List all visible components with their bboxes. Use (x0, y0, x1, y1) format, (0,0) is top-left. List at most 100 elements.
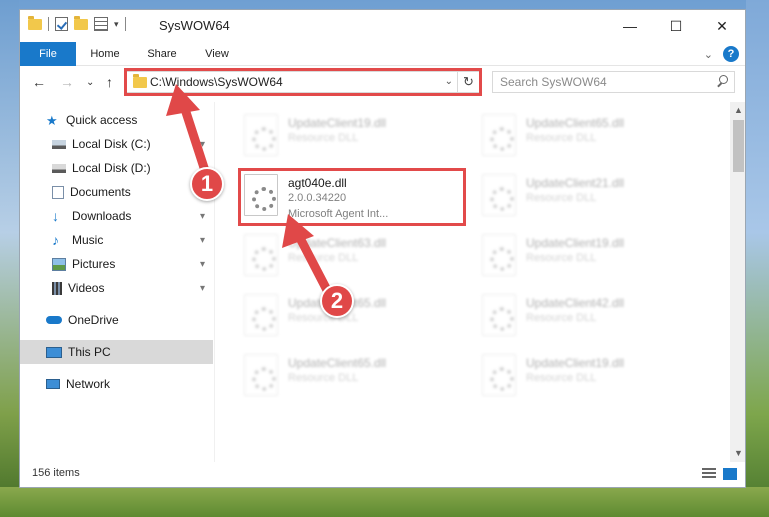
file-name: UpdateClient42.dll (526, 296, 625, 310)
ribbon-collapse-icon[interactable]: ⌄ (704, 48, 713, 61)
file-tile[interactable]: UpdateClient65.dll Resource DLL (478, 110, 706, 166)
file-description: Resource DLL (288, 372, 359, 384)
file-tile[interactable]: UpdateClient42.dll Resource DLL (478, 290, 706, 346)
scroll-down-arrow-icon[interactable]: ▼ (730, 445, 745, 462)
address-highlight-box (124, 68, 482, 96)
minimize-button[interactable]: — (607, 10, 653, 42)
file-name: UpdateClient65.dll (288, 356, 387, 370)
computer-icon (46, 346, 62, 358)
file-description: Resource DLL (288, 252, 359, 264)
file-name: UpdateClient19.dll (526, 356, 625, 370)
dll-file-icon (482, 174, 516, 216)
details-view-icon[interactable] (702, 468, 716, 480)
vertical-scrollbar[interactable]: ▲ ▼ (730, 102, 745, 462)
file-description: Resource DLL (526, 252, 597, 264)
drive-icon (52, 139, 66, 149)
scrollbar-thumb[interactable] (733, 120, 744, 172)
dll-file-icon (244, 234, 278, 276)
close-button[interactable]: ✕ (699, 10, 745, 42)
properties-check-icon[interactable] (55, 17, 68, 31)
window-title: SysWOW64 (159, 18, 230, 33)
file-explorer-window: ▾ SysWOW64 — ☐ ✕ File Home Share View ⌄ … (19, 9, 746, 488)
sidebar-item-label: Network (66, 377, 111, 391)
file-tile[interactable]: UpdateClient63.dll Resource DLL (240, 230, 468, 286)
star-icon: ★ (46, 112, 58, 128)
sidebar-item-local-disk-c[interactable]: Local Disk (C:) ▾ (20, 132, 213, 156)
sidebar-item-documents[interactable]: Documents ▾ (20, 180, 213, 204)
file-list: UpdateClient19.dll Resource DLL agt040e.… (216, 102, 730, 462)
sidebar-item-pictures[interactable]: Pictures ▾ (20, 252, 213, 276)
large-icons-view-icon[interactable] (723, 468, 737, 480)
up-button[interactable]: ↑ (106, 74, 113, 90)
search-input[interactable]: Search SysWOW64 (500, 75, 607, 89)
sidebar-item-label: Downloads (72, 209, 132, 223)
sidebar-item-label: This PC (68, 345, 111, 359)
recent-locations-button[interactable]: ⌄ (86, 77, 94, 88)
tab-view[interactable]: View (192, 42, 242, 66)
file-description: Resource DLL (526, 132, 597, 144)
search-icon (716, 75, 728, 87)
ribbon-right-controls: ⌄ ? (704, 46, 739, 62)
file-tile[interactable]: UpdateClient19.dll Resource DLL (478, 230, 706, 286)
file-name: UpdateClient63.dll (288, 236, 387, 250)
desktop-background-bottom (0, 487, 769, 517)
new-folder-icon[interactable] (74, 15, 88, 30)
search-box[interactable]: Search SysWOW64 (492, 71, 735, 93)
sidebar-item-videos[interactable]: Videos ▾ (20, 276, 213, 300)
help-icon[interactable]: ? (723, 46, 739, 62)
pin-icon[interactable]: ▾ (200, 259, 205, 270)
navigation-pane: ★ Quick access Local Disk (C:) ▾ Local D… (20, 102, 215, 462)
dll-file-icon (244, 114, 278, 156)
sidebar-item-network[interactable]: Network (20, 372, 213, 396)
videos-icon (52, 281, 62, 295)
sidebar-item-label: Quick access (66, 113, 138, 127)
sidebar-item-label: Local Disk (D:) (72, 161, 151, 175)
file-description: Resource DLL (526, 192, 597, 204)
toolbar-separator (48, 17, 49, 31)
qat-dropdown-icon[interactable]: ▾ (114, 19, 119, 30)
desktop-background-left (0, 0, 19, 517)
dll-file-icon (482, 114, 516, 156)
drive-icon (52, 163, 66, 173)
tab-home[interactable]: Home (78, 42, 132, 66)
customize-toolbar-icon[interactable] (94, 17, 108, 31)
file-tile[interactable]: UpdateClient19.dll Resource DLL (240, 110, 468, 166)
network-icon (46, 379, 60, 389)
file-tile[interactable]: UpdateClient65.dll Resource DLL (240, 290, 468, 346)
window-controls: — ☐ ✕ (607, 10, 745, 42)
sidebar-item-quick-access[interactable]: ★ Quick access (20, 108, 213, 132)
file-description: Resource DLL (288, 132, 359, 144)
ribbon-tabs: File Home Share View ⌄ ? (20, 42, 745, 66)
folder-icon (28, 15, 42, 30)
sidebar-item-label: Videos (68, 281, 105, 295)
tab-share[interactable]: Share (136, 42, 188, 66)
back-button[interactable]: ← (32, 74, 46, 90)
tab-file[interactable]: File (20, 42, 76, 66)
sidebar-item-onedrive[interactable]: OneDrive (20, 308, 213, 332)
sidebar-item-local-disk-d[interactable]: Local Disk (D:) ▾ (20, 156, 213, 180)
pin-icon[interactable]: ▾ (200, 139, 205, 150)
onedrive-icon (46, 316, 62, 324)
pin-icon[interactable]: ▾ (200, 283, 205, 294)
documents-icon (52, 185, 64, 199)
dll-file-icon (244, 294, 278, 336)
file-name: UpdateClient65.dll (526, 116, 625, 130)
sidebar-item-this-pc[interactable]: This PC (20, 340, 213, 364)
music-icon: ♪ (52, 231, 59, 248)
dll-file-icon (482, 354, 516, 396)
sidebar-item-label: Pictures (72, 257, 116, 271)
sidebar-item-music[interactable]: ♪ Music ▾ (20, 228, 213, 252)
forward-button[interactable]: → (60, 74, 74, 90)
pin-icon[interactable]: ▾ (200, 235, 205, 246)
toolbar-separator (124, 17, 126, 31)
scroll-up-arrow-icon[interactable]: ▲ (730, 102, 745, 119)
file-name: UpdateClient21.dll (526, 176, 625, 190)
sidebar-item-downloads[interactable]: ↓ Downloads ▾ (20, 204, 213, 228)
file-tile[interactable]: UpdateClient65.dll Resource DLL (240, 350, 468, 406)
file-tile[interactable]: UpdateClient19.dll Resource DLL (478, 350, 706, 406)
downloads-icon: ↓ (52, 207, 59, 224)
pin-icon[interactable]: ▾ (200, 211, 205, 222)
file-description: Resource DLL (526, 312, 597, 324)
maximize-button[interactable]: ☐ (653, 10, 699, 42)
file-tile[interactable]: UpdateClient21.dll Resource DLL (478, 170, 706, 226)
